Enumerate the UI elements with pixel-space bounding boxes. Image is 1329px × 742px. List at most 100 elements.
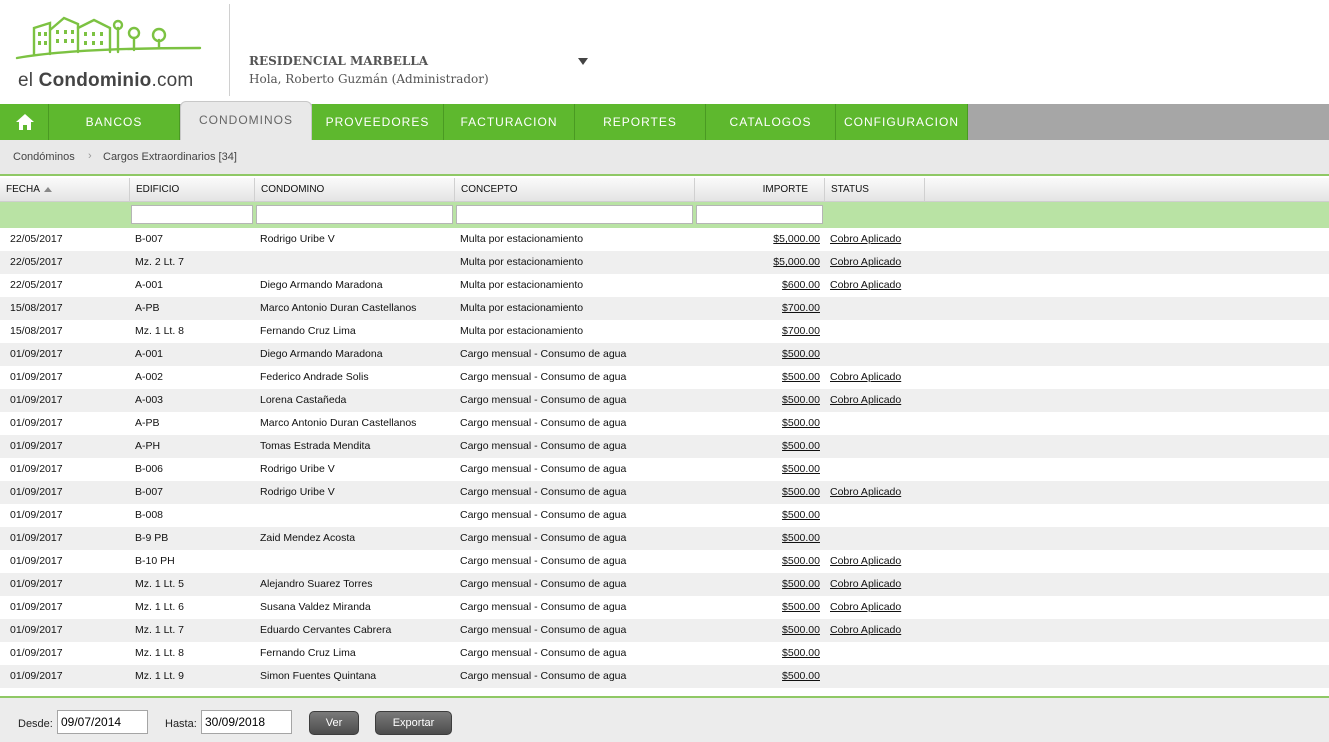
cell-concepto: Multa por estacionamiento — [460, 279, 584, 291]
cell-status[interactable]: Cobro Aplicado — [830, 481, 925, 504]
cell-status — [830, 642, 925, 665]
filter-concepto-input[interactable] — [456, 205, 693, 224]
cell-edificio: Mz. 1 Lt. 6 — [135, 601, 185, 613]
filter-condomino-input[interactable] — [256, 205, 453, 224]
table-row[interactable]: 01/09/2017 Mz. 1 Lt. 9 Simon Fuentes Quint… — [0, 665, 1329, 688]
cell-condomino: Diego Armando Maradona — [260, 348, 383, 360]
cell-status[interactable]: Cobro Aplicado — [830, 366, 925, 389]
col-importe[interactable]: IMPORTE — [695, 178, 825, 202]
cell-concepto: Multa por estacionamiento — [460, 302, 584, 314]
table-row[interactable]: 01/09/2017 Mz. 1 Lt. 7 Eduardo Cervantes C… — [0, 619, 1329, 642]
cell-status[interactable]: Cobro Aplicado — [830, 251, 925, 274]
exportar-button[interactable]: Exportar — [375, 711, 452, 735]
nav-home[interactable] — [0, 104, 49, 140]
cell-concepto: Cargo mensual - Consumo de agua — [460, 509, 627, 521]
cell-importe[interactable]: $500.00 — [700, 596, 820, 619]
table-row[interactable]: 01/09/2017 A-PH Tomas Estrada Mendita Cargo… — [0, 435, 1329, 458]
cell-concepto: Multa por estacionamiento — [460, 325, 584, 337]
cell-importe[interactable]: $600.00 — [700, 274, 820, 297]
col-concepto[interactable]: CONCEPTO — [455, 178, 695, 202]
table-row[interactable]: 01/09/2017 B-006 Rodrigo Uribe V Cargo mens… — [0, 458, 1329, 481]
cell-importe[interactable]: $500.00 — [700, 481, 820, 504]
filter-edificio-input[interactable] — [131, 205, 253, 224]
col-condomino[interactable]: CONDOMINO — [255, 178, 455, 202]
cell-fecha: 01/09/2017 — [10, 555, 63, 567]
cell-status[interactable]: Cobro Aplicado — [830, 228, 925, 251]
col-status[interactable]: STATUS — [825, 178, 925, 202]
desde-date-input[interactable] — [57, 710, 148, 734]
nav-condominos[interactable]: CONDOMINOS — [180, 101, 312, 140]
cell-importe[interactable]: $500.00 — [700, 435, 820, 458]
cell-status[interactable]: Cobro Aplicado — [830, 550, 925, 573]
table-row[interactable]: 01/09/2017 A-003 Lorena Castañeda Cargo men… — [0, 389, 1329, 412]
cell-importe[interactable]: $5,000.00 — [700, 228, 820, 251]
table-row[interactable]: 15/08/2017 A-PB Marco Antonio Duran Castel… — [0, 297, 1329, 320]
table-row[interactable]: 01/09/2017 Mz. 1 Lt. 8 Fernando Cruz Lima C… — [0, 642, 1329, 665]
cell-status[interactable]: Cobro Aplicado — [830, 573, 925, 596]
cell-importe[interactable]: $700.00 — [700, 297, 820, 320]
table-row[interactable]: 15/08/2017 Mz. 1 Lt. 8 Fernando Cruz Lima M… — [0, 320, 1329, 343]
cell-importe[interactable]: $500.00 — [700, 458, 820, 481]
nav-reportes[interactable]: REPORTES — [575, 104, 706, 140]
cell-fecha: 01/09/2017 — [10, 394, 63, 406]
logo[interactable]: el Condominio.com — [14, 8, 214, 94]
filter-importe-input[interactable] — [696, 205, 823, 224]
table-row[interactable]: 22/05/2017 A-001 Diego Armando Maradona Mul… — [0, 274, 1329, 297]
cell-status[interactable]: Cobro Aplicado — [830, 389, 925, 412]
cell-concepto: Cargo mensual - Consumo de agua — [460, 440, 627, 452]
ver-button[interactable]: Ver — [309, 711, 359, 735]
table-row[interactable]: 01/09/2017 B-9 PB Zaid Mendez Acosta Cargo … — [0, 527, 1329, 550]
cell-importe[interactable]: $500.00 — [700, 665, 820, 688]
cell-importe[interactable]: $500.00 — [700, 389, 820, 412]
main-nav: BANCOS CONDOMINOS PROVEEDORES FACTURACIO… — [0, 101, 1329, 140]
table-row[interactable]: 01/09/2017 A-001 Diego Armando Maradona Car… — [0, 343, 1329, 366]
table-row[interactable]: 22/05/2017 B-007 Rodrigo Uribe V Multa por … — [0, 228, 1329, 251]
table-row[interactable]: 01/09/2017 B-008 Cargo mensual - Consumo d… — [0, 504, 1329, 527]
cell-importe[interactable]: $500.00 — [700, 619, 820, 642]
cell-status — [830, 435, 925, 458]
cell-fecha: 15/08/2017 — [10, 325, 63, 337]
cell-edificio: Mz. 1 Lt. 5 — [135, 578, 185, 590]
table-row[interactable]: 01/09/2017 A-PB Marco Antonio Duran Castel… — [0, 412, 1329, 435]
cell-importe[interactable]: $500.00 — [700, 573, 820, 596]
cell-fecha: 22/05/2017 — [10, 279, 63, 291]
sort-asc-icon — [43, 186, 52, 192]
col-fecha[interactable]: FECHA — [0, 178, 130, 202]
nav-proveedores[interactable]: PROVEEDORES — [312, 104, 444, 140]
filter-row — [0, 202, 1329, 228]
condo-dropdown-arrow-icon[interactable] — [578, 58, 588, 65]
cell-status[interactable]: Cobro Aplicado — [830, 619, 925, 642]
cell-importe[interactable]: $500.00 — [700, 550, 820, 573]
table-row[interactable]: 01/09/2017 Mz. 1 Lt. 5 Alejandro Suarez To… — [0, 573, 1329, 596]
cell-importe[interactable]: $5,000.00 — [700, 251, 820, 274]
cell-status — [830, 504, 925, 527]
cell-importe[interactable]: $500.00 — [700, 504, 820, 527]
cell-importe[interactable]: $500.00 — [700, 343, 820, 366]
cell-importe[interactable]: $500.00 — [700, 527, 820, 550]
cell-importe[interactable]: $500.00 — [700, 642, 820, 665]
cell-importe[interactable]: $500.00 — [700, 366, 820, 389]
table-row[interactable]: 01/09/2017 B-007 Rodrigo Uribe V Cargo mens… — [0, 481, 1329, 504]
table-row[interactable]: 22/05/2017 Mz. 2 Lt. 7 Multa por estaciona… — [0, 251, 1329, 274]
hasta-date-input[interactable] — [201, 710, 292, 734]
nav-bancos[interactable]: BANCOS — [49, 104, 180, 140]
cell-status[interactable]: Cobro Aplicado — [830, 274, 925, 297]
breadcrumb-root[interactable]: Condóminos — [13, 151, 75, 163]
cell-fecha: 15/08/2017 — [10, 302, 63, 314]
cell-concepto: Cargo mensual - Consumo de agua — [460, 578, 627, 590]
cell-concepto: Cargo mensual - Consumo de agua — [460, 417, 627, 429]
col-edificio[interactable]: EDIFICIO — [130, 178, 255, 202]
table-row[interactable]: 01/09/2017 A-002 Federico Andrade Solis Car… — [0, 366, 1329, 389]
table-row[interactable]: 01/09/2017 B-10 PH Cargo mensual - Consumo… — [0, 550, 1329, 573]
cell-status — [830, 297, 925, 320]
cell-concepto: Cargo mensual - Consumo de agua — [460, 670, 627, 682]
cell-importe[interactable]: $500.00 — [700, 412, 820, 435]
nav-facturacion[interactable]: FACTURACION — [444, 104, 575, 140]
cell-importe[interactable]: $700.00 — [700, 320, 820, 343]
cell-status[interactable]: Cobro Aplicado — [830, 596, 925, 619]
cell-edificio: Mz. 2 Lt. 7 — [135, 256, 185, 268]
nav-catalogos[interactable]: CATALOGOS — [706, 104, 836, 140]
table-row[interactable]: 01/09/2017 Mz. 1 Lt. 6 Susana Valdez Miran… — [0, 596, 1329, 619]
cell-concepto: Multa por estacionamiento — [460, 233, 584, 245]
nav-configuracion[interactable]: CONFIGURACION — [836, 104, 968, 140]
